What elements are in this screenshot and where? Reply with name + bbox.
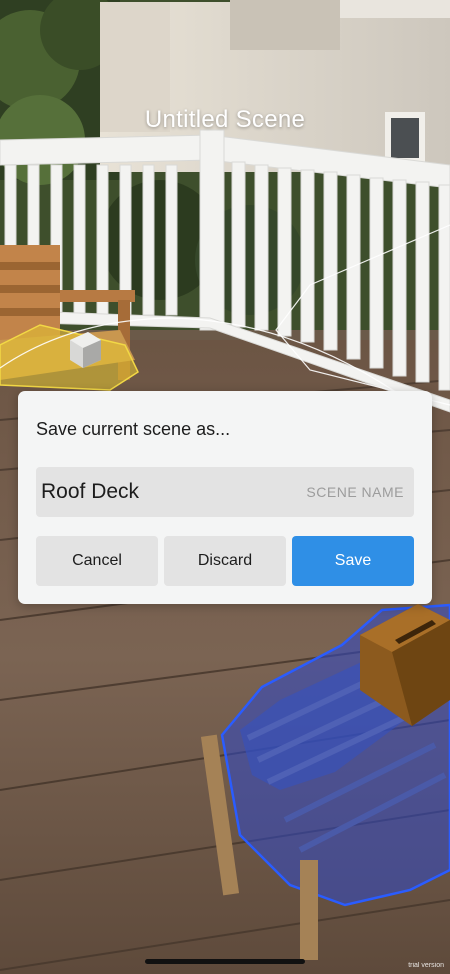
cancel-button[interactable]: Cancel xyxy=(36,536,158,586)
scene-title: Untitled Scene xyxy=(144,106,306,133)
save-scene-dialog: Save current scene as... Roof Deck SCENE… xyxy=(18,391,432,604)
discard-button[interactable]: Discard xyxy=(164,536,286,586)
save-button[interactable]: Save xyxy=(292,536,414,586)
dialog-prompt: Save current scene as... xyxy=(36,419,231,439)
scene-name-input[interactable]: Roof Deck SCENE NAME xyxy=(36,467,414,517)
watermark-text: trial version xyxy=(408,962,444,969)
scene-name-hint: SCENE NAME xyxy=(306,484,404,500)
scene-name-value: Roof Deck xyxy=(41,480,140,503)
home-indicator[interactable] xyxy=(145,959,305,964)
